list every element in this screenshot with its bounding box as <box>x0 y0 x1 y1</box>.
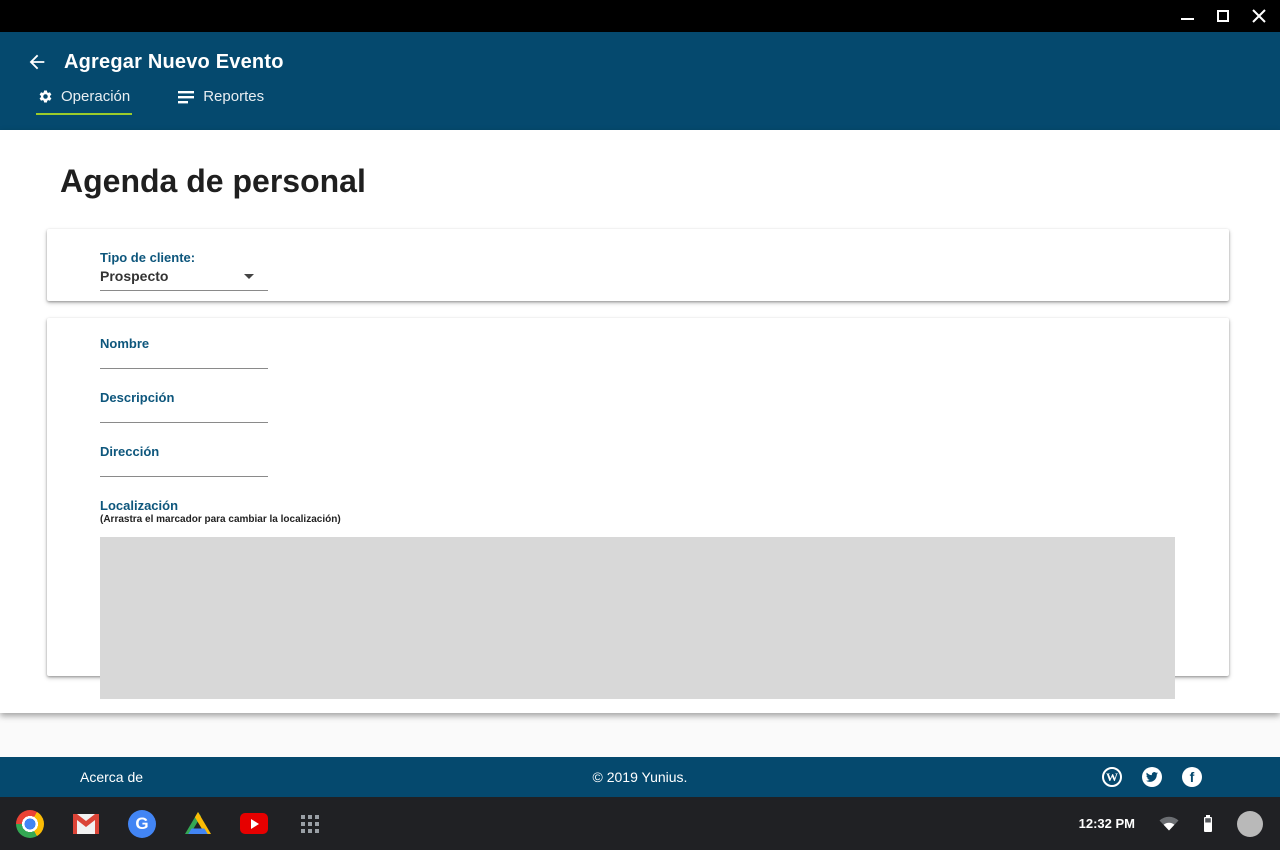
tab-label: Reportes <box>203 88 264 105</box>
direccion-input[interactable] <box>100 459 268 477</box>
app-launcher-icon[interactable] <box>296 810 324 838</box>
wordpress-icon[interactable]: W <box>1102 767 1122 787</box>
taskbar: G 12:32 PM <box>0 797 1280 850</box>
about-link[interactable]: Acerca de <box>80 769 143 785</box>
drive-icon[interactable] <box>184 810 212 838</box>
tab-label: Operación <box>61 88 130 105</box>
google-icon[interactable]: G <box>128 810 156 838</box>
gear-icon <box>38 89 53 104</box>
client-type-card: Tipo de cliente: Prospecto <box>47 229 1229 301</box>
localizacion-label: Localización <box>100 498 1175 513</box>
tabs: Operación Reportes <box>24 82 1280 115</box>
clock: 12:32 PM <box>1079 816 1135 831</box>
descripcion-input[interactable] <box>100 405 268 423</box>
wifi-icon[interactable] <box>1159 816 1179 831</box>
status-tray[interactable]: 12:32 PM <box>1079 811 1263 837</box>
back-arrow-icon[interactable] <box>24 49 50 75</box>
map-placeholder[interactable] <box>100 537 1175 699</box>
facebook-icon[interactable]: f <box>1182 767 1202 787</box>
close-icon[interactable] <box>1252 9 1266 23</box>
page-header-title: Agregar Nuevo Evento <box>64 51 284 74</box>
localizacion-hint: (Arrastra el marcador para cambiar la lo… <box>100 514 1175 525</box>
gmail-icon[interactable] <box>72 810 100 838</box>
descripcion-label: Descripción <box>100 390 1175 405</box>
copyright-text: © 2019 Yunius. <box>0 769 1280 785</box>
tab-operacion[interactable]: Operación <box>36 82 132 115</box>
tab-reportes[interactable]: Reportes <box>176 82 266 115</box>
app-header: Agregar Nuevo Evento Operación Reportes <box>0 32 1280 130</box>
page-title: Agenda de personal <box>60 163 1280 200</box>
nombre-input[interactable] <box>100 351 268 369</box>
chrome-icon[interactable] <box>16 810 44 838</box>
maximize-icon[interactable] <box>1216 9 1230 23</box>
event-form-card: Nombre Descripción Dirección Localizació… <box>47 318 1229 676</box>
chevron-down-icon <box>244 274 254 279</box>
client-type-select[interactable]: Prospecto <box>100 268 268 291</box>
nombre-label: Nombre <box>100 336 1175 351</box>
youtube-icon[interactable] <box>240 810 268 838</box>
screen: Agregar Nuevo Evento Operación Reportes … <box>0 0 1280 850</box>
site-footer: © 2019 Yunius. Acerca de W f <box>0 757 1280 797</box>
direccion-label: Dirección <box>100 444 1175 459</box>
avatar[interactable] <box>1237 811 1263 837</box>
client-type-value: Prospecto <box>100 268 168 284</box>
battery-icon[interactable] <box>1203 815 1213 832</box>
main-content: Agenda de personal Tipo de cliente: Pros… <box>0 130 1280 713</box>
window-titlebar <box>0 0 1280 32</box>
footer-spacer <box>0 713 1280 757</box>
minimize-icon[interactable] <box>1180 9 1194 23</box>
sort-icon <box>178 90 195 104</box>
twitter-icon[interactable] <box>1142 767 1162 787</box>
client-type-label: Tipo de cliente: <box>100 250 1229 265</box>
